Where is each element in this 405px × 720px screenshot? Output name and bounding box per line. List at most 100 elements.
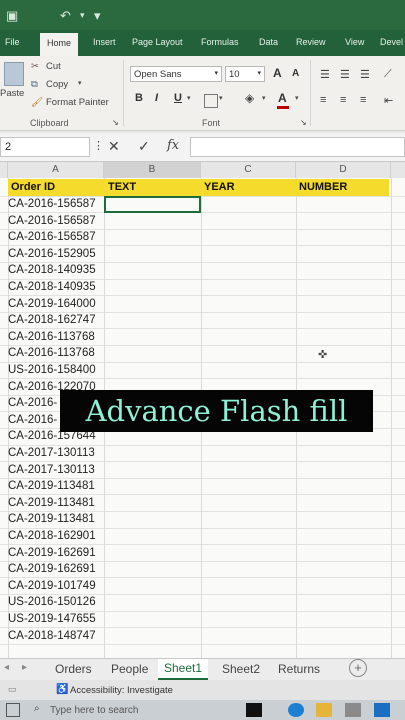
- align-center-icon[interactable]: ≡: [340, 94, 346, 106]
- undo-dropdown-icon[interactable]: ▾: [80, 10, 85, 21]
- save-icon[interactable]: ▣: [6, 8, 18, 24]
- grow-font-button[interactable]: A: [273, 66, 282, 80]
- header-year[interactable]: YEAR: [204, 180, 235, 195]
- order-id-cell[interactable]: CA-2018-162901: [8, 528, 96, 544]
- order-id-cell[interactable]: CA-2019-164000: [8, 296, 96, 312]
- scroll-sheets-right-icon[interactable]: ▸: [22, 662, 27, 673]
- font-size-select[interactable]: 10 ▾: [225, 66, 265, 82]
- copy-button[interactable]: Copy: [46, 79, 68, 90]
- windows-icon[interactable]: [6, 703, 20, 717]
- sheet-tab-returns[interactable]: Returns: [278, 662, 320, 676]
- order-id-cell[interactable]: CA-2016-156587: [8, 213, 96, 229]
- add-sheet-icon[interactable]: +: [349, 659, 367, 677]
- scroll-sheets-left-icon[interactable]: ◂: [4, 662, 9, 673]
- tab-home[interactable]: Home: [40, 33, 79, 56]
- tab-developer[interactable]: Devel: [380, 37, 403, 47]
- order-id-cell[interactable]: CA-2017-130113: [8, 445, 95, 461]
- order-id-cell[interactable]: CA-2016-156587: [8, 229, 96, 245]
- fill-color-icon[interactable]: ◈: [245, 91, 254, 105]
- cut-button[interactable]: Cut: [46, 61, 61, 72]
- order-id-cell[interactable]: CA-2019-113481: [8, 478, 95, 494]
- indent-icon[interactable]: ⇤: [384, 94, 393, 107]
- font-color-button[interactable]: A: [278, 91, 287, 105]
- column-header-d[interactable]: D: [296, 162, 391, 178]
- font-launcher-icon[interactable]: ↘: [300, 118, 307, 127]
- font-name-select[interactable]: Open Sans ▾: [130, 66, 222, 82]
- order-id-cell[interactable]: CA-2016-: [8, 412, 57, 428]
- order-id-cell[interactable]: CA-2016-: [8, 395, 57, 411]
- tab-data[interactable]: Data: [259, 37, 278, 47]
- customize-icon[interactable]: ▾: [94, 8, 101, 24]
- order-id-cell[interactable]: CA-2018-162747: [8, 312, 96, 328]
- order-id-cell[interactable]: CA-2019-162691: [8, 545, 96, 561]
- order-id-cell[interactable]: CA-2018-140935: [8, 279, 96, 295]
- tab-insert[interactable]: Insert: [93, 37, 116, 47]
- tab-file[interactable]: File: [5, 37, 20, 47]
- tab-review[interactable]: Review: [296, 37, 326, 47]
- order-id-cell[interactable]: CA-2019-113481: [8, 495, 95, 511]
- header-number[interactable]: NUMBER: [299, 180, 347, 195]
- borders-dropdown-icon[interactable]: ▾: [219, 94, 223, 102]
- selected-cell-b2[interactable]: [104, 196, 201, 213]
- order-id-cell[interactable]: US-2016-150126: [8, 594, 96, 610]
- fill-dropdown-icon[interactable]: ▾: [262, 94, 266, 102]
- order-id-cell[interactable]: US-2019-147655: [8, 611, 96, 627]
- bold-button[interactable]: B: [135, 92, 143, 104]
- order-id-cell[interactable]: CA-2016-113768: [8, 345, 95, 361]
- orientation-icon[interactable]: ⟋: [384, 68, 392, 81]
- format-painter-button[interactable]: Format Painter: [46, 97, 109, 108]
- header-order-id[interactable]: Order ID: [11, 180, 55, 195]
- align-bottom-icon[interactable]: ☰: [360, 68, 370, 81]
- select-all-corner[interactable]: [0, 162, 8, 178]
- order-id-cell[interactable]: CA-2019-113481: [8, 511, 95, 527]
- order-id-cell[interactable]: CA-2017-130113: [8, 462, 95, 478]
- header-text[interactable]: TEXT: [108, 180, 136, 195]
- insert-function-icon[interactable]: fx: [167, 138, 179, 153]
- clipboard-launcher-icon[interactable]: ↘: [112, 118, 119, 127]
- undo-icon[interactable]: ↶: [60, 8, 71, 24]
- taskbar-search-input[interactable]: Type here to search: [50, 705, 138, 716]
- align-top-icon[interactable]: ☰: [320, 68, 330, 81]
- column-header-a[interactable]: A: [8, 162, 104, 178]
- order-id-cell[interactable]: CA-2016-156587: [8, 196, 96, 212]
- order-id-cell[interactable]: CA-2016-152905: [8, 246, 96, 262]
- order-id-cell[interactable]: CA-2016-113768: [8, 329, 95, 345]
- underline-dropdown-icon[interactable]: ▾: [187, 94, 191, 102]
- sheet-tab-sheet1[interactable]: Sheet1: [158, 659, 209, 680]
- accessibility-icon[interactable]: ♿: [56, 684, 68, 695]
- align-left-icon[interactable]: ≡: [320, 94, 326, 106]
- font-color-dropdown-icon[interactable]: ▾: [295, 94, 299, 102]
- paste-button[interactable]: Paste: [0, 88, 24, 99]
- paste-icon[interactable]: [4, 62, 24, 86]
- enter-icon[interactable]: ✓: [138, 138, 150, 155]
- column-header-c[interactable]: C: [201, 162, 296, 178]
- file-explorer-icon[interactable]: [316, 703, 332, 717]
- order-id-cell[interactable]: CA-2018-148747: [8, 628, 96, 644]
- shrink-font-button[interactable]: A: [292, 68, 299, 79]
- sheet-tab-orders[interactable]: Orders: [55, 662, 92, 676]
- tab-formulas[interactable]: Formulas: [201, 37, 239, 47]
- sheet-tab-people[interactable]: People: [111, 662, 148, 676]
- column-header-b[interactable]: B: [104, 162, 201, 178]
- edge-icon[interactable]: [288, 703, 304, 717]
- underline-button[interactable]: U: [174, 92, 182, 104]
- align-middle-icon[interactable]: ☰: [340, 68, 350, 81]
- format-painter-icon[interactable]: 🖌: [31, 97, 43, 108]
- mail-icon[interactable]: [374, 703, 390, 717]
- order-id-cell[interactable]: CA-2018-140935: [8, 262, 96, 278]
- name-box[interactable]: 2: [0, 137, 90, 157]
- tab-view[interactable]: View: [345, 37, 364, 47]
- align-right-icon[interactable]: ≡: [360, 94, 366, 106]
- order-id-cell[interactable]: US-2016-158400: [8, 362, 96, 378]
- sheet-tab-sheet2[interactable]: Sheet2: [222, 662, 260, 676]
- copy-dropdown-icon[interactable]: ▾: [78, 79, 82, 87]
- tab-page-layout[interactable]: Page Layout: [132, 37, 183, 47]
- accessibility-status[interactable]: Accessibility: Investigate: [70, 685, 173, 696]
- copy-icon[interactable]: ⧉: [31, 79, 38, 90]
- cancel-icon[interactable]: ✕: [108, 138, 120, 155]
- italic-button[interactable]: I: [155, 92, 158, 104]
- task-view-icon[interactable]: [246, 703, 262, 717]
- order-id-cell[interactable]: CA-2019-162691: [8, 561, 96, 577]
- order-id-cell[interactable]: CA-2019-101749: [8, 578, 96, 594]
- store-icon[interactable]: [345, 703, 361, 717]
